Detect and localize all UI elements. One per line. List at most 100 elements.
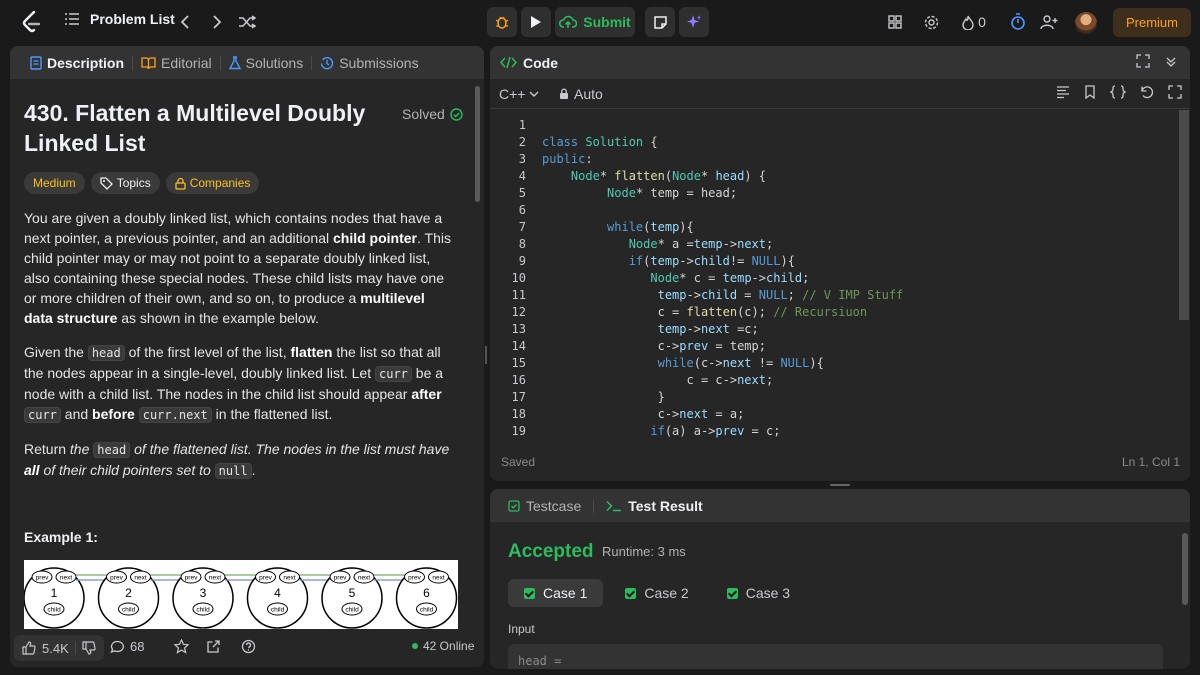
line-number: 15 <box>511 356 526 370</box>
tab-testcase[interactable]: Testcase <box>504 489 585 522</box>
problem-list-label: Problem List <box>90 11 175 27</box>
check-icon <box>726 587 738 599</box>
companies-button[interactable]: Companies <box>165 172 260 194</box>
next-label: next <box>358 575 370 582</box>
timer-button[interactable] <box>1008 12 1028 32</box>
companies-label: Companies <box>189 176 251 190</box>
leetcode-logo-icon[interactable] <box>20 10 42 34</box>
case-label: Case 1 <box>543 585 588 601</box>
submit-button[interactable]: Submit <box>555 7 635 37</box>
flame-icon <box>962 15 974 30</box>
code-editor[interactable]: 1 2 class Solution {3 public: 4 Node* flatte… <box>490 116 1190 441</box>
code-line: if(temp->child!= NULL){ <box>628 254 795 268</box>
online-indicator: 42 Online <box>412 639 474 653</box>
line-number: 11 <box>511 288 526 302</box>
text: Return <box>24 441 70 457</box>
problem-description: You are given a doubly linked list, whic… <box>24 208 456 495</box>
divider <box>74 641 76 655</box>
prev-label: prev <box>110 575 123 582</box>
tab-submissions[interactable]: Submissions <box>312 46 426 79</box>
description-panel: Description Editorial Solutions Submissi… <box>10 46 484 667</box>
question-circle-icon <box>241 639 256 654</box>
case-tab-2[interactable]: Case 2 <box>609 579 704 607</box>
auto-mode-toggle[interactable]: Auto <box>559 86 603 102</box>
description-scrollbar[interactable] <box>475 86 480 202</box>
description-footer: 5.4K 68 42 Online <box>10 629 484 667</box>
line-number: 17 <box>511 390 526 404</box>
code-line: c->next = a; <box>542 407 745 421</box>
editor-scrollbar[interactable] <box>1179 110 1189 320</box>
debug-button[interactable] <box>487 7 517 37</box>
tab-editorial[interactable]: Editorial <box>133 46 220 79</box>
code-line: temp->child = NULL; // V IMP Stuff <box>657 288 904 302</box>
bold-text: flatten <box>290 344 333 360</box>
ai-assistant-button[interactable] <box>679 7 709 37</box>
code-panel-title: Code <box>523 54 558 71</box>
previous-problem-button[interactable] <box>175 12 195 32</box>
code-line: temp->next =c; <box>657 322 759 336</box>
run-button[interactable] <box>521 7 551 37</box>
node-value: 1 <box>51 586 58 600</box>
thumbs-up-icon[interactable] <box>22 641 36 655</box>
next-problem-button[interactable] <box>207 12 227 32</box>
inline-code: head <box>93 442 131 458</box>
streak-counter[interactable]: 0 <box>958 12 990 32</box>
problem-tags: Medium Topics Companies <box>24 172 260 194</box>
sparkle-icon <box>687 15 701 28</box>
flask-icon <box>228 55 241 69</box>
format-icon[interactable] <box>1056 85 1070 99</box>
tab-description[interactable]: Description <box>22 46 132 79</box>
problem-list-button[interactable]: Problem List <box>64 11 175 27</box>
solved-status: Solved <box>402 106 463 122</box>
layout-button[interactable] <box>885 12 905 32</box>
user-avatar[interactable] <box>1075 12 1097 34</box>
description-paragraph-1: You are given a doubly linked list, whic… <box>24 208 456 328</box>
line-number: 19 <box>511 424 526 438</box>
text: of the first level of the list, <box>124 344 291 360</box>
notes-button[interactable] <box>645 7 675 37</box>
language-select[interactable]: C++ <box>499 86 539 102</box>
inline-code: null <box>214 463 252 479</box>
chevron-down-icon[interactable] <box>1164 54 1178 68</box>
like-count: 5.4K <box>42 640 69 656</box>
fullscreen-icon[interactable] <box>1168 85 1182 99</box>
tab-test-result[interactable]: Test Result <box>602 489 706 522</box>
horizontal-resize-handle[interactable] <box>830 484 850 486</box>
line-number: 18 <box>511 407 526 421</box>
comments-button[interactable]: 68 <box>110 639 144 654</box>
case-label: Case 2 <box>644 585 689 601</box>
tab-separator <box>593 498 595 513</box>
solved-label: Solved <box>402 106 445 122</box>
vertical-resize-handle[interactable] <box>485 346 487 364</box>
reset-icon[interactable] <box>1140 85 1154 99</box>
code-line: Node* flatten(Node* head) { <box>570 169 767 183</box>
case-tab-1[interactable]: Case 1 <box>508 579 604 607</box>
invite-user-button[interactable] <box>1039 12 1059 32</box>
maximize-icon[interactable] <box>1136 54 1150 68</box>
shuffle-icon <box>239 15 256 29</box>
note-icon <box>653 15 667 29</box>
code-panel-header: Code <box>490 46 1190 79</box>
lock-icon <box>560 88 568 99</box>
share-button[interactable] <box>206 639 221 654</box>
test-panel-scrollbar[interactable] <box>1182 533 1188 605</box>
stopwatch-icon <box>1011 13 1025 30</box>
italic-text: of the flattened list. The nodes in the … <box>130 441 450 457</box>
case-tab-3[interactable]: Case 3 <box>711 579 806 607</box>
random-problem-button[interactable] <box>237 12 257 32</box>
favorite-button[interactable] <box>174 639 189 654</box>
topics-button[interactable]: Topics <box>90 172 160 194</box>
help-button[interactable] <box>241 639 256 654</box>
bold-text: after <box>411 386 442 402</box>
premium-button[interactable]: Premium <box>1113 8 1191 37</box>
next-label: next <box>134 575 146 582</box>
settings-button[interactable] <box>921 12 941 32</box>
thumbs-down-icon[interactable] <box>82 641 96 655</box>
tab-solutions[interactable]: Solutions <box>221 46 312 79</box>
submit-label: Submit <box>583 14 631 30</box>
bookmark-icon[interactable] <box>1084 85 1096 99</box>
difficulty-badge[interactable]: Medium <box>24 172 85 194</box>
bold-text: before <box>92 406 135 422</box>
braces-icon[interactable] <box>1110 85 1126 99</box>
star-icon <box>174 639 189 654</box>
